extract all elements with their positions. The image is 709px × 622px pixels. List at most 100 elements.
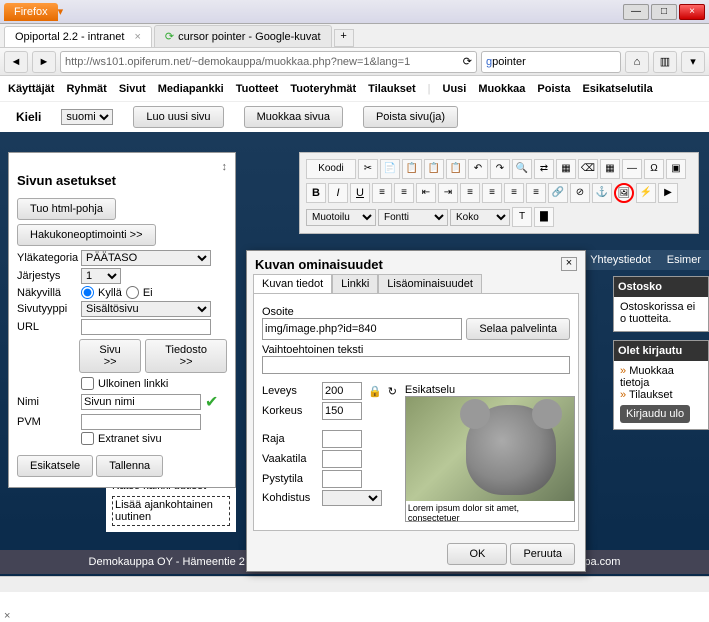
bookmarks-button[interactable]: ▥ bbox=[653, 51, 677, 73]
bullet-list-icon[interactable]: ≡ bbox=[394, 183, 414, 203]
dialog-close-button[interactable]: × bbox=[561, 257, 577, 271]
link-icon[interactable]: 🔗 bbox=[548, 183, 568, 203]
url-input[interactable] bbox=[65, 56, 463, 68]
new-tab-button[interactable]: + bbox=[334, 29, 354, 47]
justify-icon[interactable]: ≡ bbox=[526, 183, 546, 203]
orders-link[interactable]: Tilaukset bbox=[620, 389, 702, 401]
language-select[interactable]: suomi bbox=[61, 109, 113, 125]
logout-button[interactable]: Kirjaudu ulo bbox=[620, 405, 690, 423]
indent-icon[interactable]: ⇥ bbox=[438, 183, 458, 203]
seo-button[interactable]: Hakukoneoptimointi >> bbox=[17, 224, 156, 246]
menu-users[interactable]: Käyttäjät bbox=[8, 83, 54, 95]
select-all-icon[interactable]: ▦ bbox=[556, 159, 576, 179]
firefox-menu[interactable]: Firefox bbox=[4, 3, 58, 21]
pagetype-select[interactable]: Sisältösivu bbox=[81, 301, 211, 317]
search-input[interactable] bbox=[492, 56, 616, 68]
align-right-icon[interactable]: ≡ bbox=[504, 183, 524, 203]
date-field[interactable] bbox=[81, 414, 201, 430]
menu-preview[interactable]: Esikatselutila bbox=[582, 83, 652, 95]
reload-icon[interactable]: ⟳ bbox=[463, 55, 472, 68]
table-icon[interactable]: ▦ bbox=[600, 159, 620, 179]
menu-products[interactable]: Tuotteet bbox=[236, 83, 279, 95]
minimize-button[interactable]: — bbox=[623, 4, 649, 20]
browser-tab[interactable]: ⟳ cursor pointer - Google-kuvat bbox=[154, 25, 332, 47]
page-chooser-button[interactable]: Sivu >> bbox=[79, 339, 141, 373]
status-close[interactable]: × bbox=[4, 610, 10, 622]
name-field[interactable] bbox=[81, 394, 201, 410]
clear-format-icon[interactable]: ⌫ bbox=[578, 159, 598, 179]
lock-icon[interactable]: 🔒 bbox=[368, 385, 382, 398]
flash-icon[interactable]: ⚡ bbox=[636, 183, 656, 203]
cancel-button[interactable]: Peruuta bbox=[510, 543, 575, 565]
align-select[interactable] bbox=[322, 490, 382, 506]
source-button[interactable]: Koodi bbox=[306, 159, 356, 179]
align-left-icon[interactable]: ≡ bbox=[460, 183, 480, 203]
alt-text-field[interactable] bbox=[262, 356, 570, 374]
menu-media[interactable]: Mediapankki bbox=[158, 83, 224, 95]
underline-icon[interactable]: U bbox=[350, 183, 370, 203]
browse-server-button[interactable]: Selaa palvelinta bbox=[466, 318, 570, 340]
outdent-icon[interactable]: ⇤ bbox=[416, 183, 436, 203]
menu-button[interactable]: ▾ bbox=[681, 51, 705, 73]
import-html-button[interactable]: Tuo html-pohja bbox=[17, 198, 116, 220]
back-button[interactable]: ◄ bbox=[4, 51, 28, 73]
vspace-field[interactable] bbox=[322, 470, 362, 488]
add-news-button[interactable]: Lisää ajankohtainen uutinen bbox=[112, 496, 230, 526]
find-icon[interactable]: 🔍 bbox=[512, 159, 532, 179]
tab-image-info[interactable]: Kuvan tiedot bbox=[253, 274, 332, 293]
italic-icon[interactable]: I bbox=[328, 183, 348, 203]
reset-icon[interactable]: ↻ bbox=[388, 385, 397, 398]
textcolor-icon[interactable]: T bbox=[512, 207, 532, 227]
file-chooser-button[interactable]: Tiedosto >> bbox=[145, 339, 227, 373]
size-select[interactable]: Koko bbox=[450, 209, 510, 226]
menu-new[interactable]: Uusi bbox=[443, 83, 467, 95]
unlink-icon[interactable]: ⊘ bbox=[570, 183, 590, 203]
extranet-checkbox[interactable] bbox=[81, 432, 94, 445]
menu-delete[interactable]: Poista bbox=[537, 83, 570, 95]
edit-info-link[interactable]: Muokkaa tietoja bbox=[620, 365, 702, 389]
font-select[interactable]: Fontti bbox=[378, 209, 448, 226]
menu-orders[interactable]: Tilaukset bbox=[368, 83, 416, 95]
replace-icon[interactable]: ⇄ bbox=[534, 159, 554, 179]
edit-page-button[interactable]: Muokkaa sivua bbox=[244, 106, 343, 128]
delete-page-button[interactable]: Poista sivu(ja) bbox=[363, 106, 458, 128]
menu-pages[interactable]: Sivut bbox=[119, 83, 146, 95]
paste-word-icon[interactable]: 📋 bbox=[446, 159, 466, 179]
paste-text-icon[interactable]: 📋 bbox=[424, 159, 444, 179]
external-link-checkbox[interactable] bbox=[81, 377, 94, 390]
image-url-field[interactable] bbox=[262, 318, 462, 340]
redo-icon[interactable]: ↷ bbox=[490, 159, 510, 179]
hspace-field[interactable] bbox=[322, 450, 362, 468]
image-icon[interactable]: 🖼 bbox=[614, 183, 634, 203]
menu-productgroups[interactable]: Tuoteryhmät bbox=[290, 83, 356, 95]
visible-no-radio[interactable] bbox=[126, 286, 139, 299]
video-icon[interactable]: ▶ bbox=[658, 183, 678, 203]
format-select[interactable]: Muotoilu bbox=[306, 209, 376, 226]
numbered-list-icon[interactable]: ≡ bbox=[372, 183, 392, 203]
hr-icon[interactable]: — bbox=[622, 159, 642, 179]
anchor-icon[interactable]: ⚓ bbox=[592, 183, 612, 203]
visible-yes-radio[interactable] bbox=[81, 286, 94, 299]
bgcolor-icon[interactable]: ▇ bbox=[534, 207, 554, 227]
close-icon[interactable]: × bbox=[134, 31, 140, 43]
parent-category-select[interactable]: PÄÄTASO bbox=[81, 250, 211, 266]
special-char-icon[interactable]: Ω bbox=[644, 159, 664, 179]
horizontal-scrollbar[interactable] bbox=[0, 576, 709, 592]
copy-icon[interactable]: 📄 bbox=[380, 159, 400, 179]
menu-edit[interactable]: Muokkaa bbox=[478, 83, 525, 95]
save-button[interactable]: Tallenna bbox=[96, 455, 163, 477]
order-select[interactable]: 1 bbox=[81, 268, 121, 284]
cut-icon[interactable]: ✂ bbox=[358, 159, 378, 179]
border-field[interactable] bbox=[322, 430, 362, 448]
preview-button[interactable]: Esikatsele bbox=[17, 455, 93, 477]
forward-button[interactable]: ► bbox=[32, 51, 56, 73]
ok-button[interactable]: OK bbox=[447, 543, 507, 565]
menu-groups[interactable]: Ryhmät bbox=[66, 83, 106, 95]
maximize-button[interactable]: □ bbox=[651, 4, 677, 20]
paste-icon[interactable]: 📋 bbox=[402, 159, 422, 179]
home-button[interactable]: ⌂ bbox=[625, 51, 649, 73]
undo-icon[interactable]: ↶ bbox=[468, 159, 488, 179]
bold-icon[interactable]: B bbox=[306, 183, 326, 203]
tab-link[interactable]: Linkki bbox=[332, 274, 378, 293]
tab-advanced[interactable]: Lisäominaisuudet bbox=[378, 274, 482, 293]
